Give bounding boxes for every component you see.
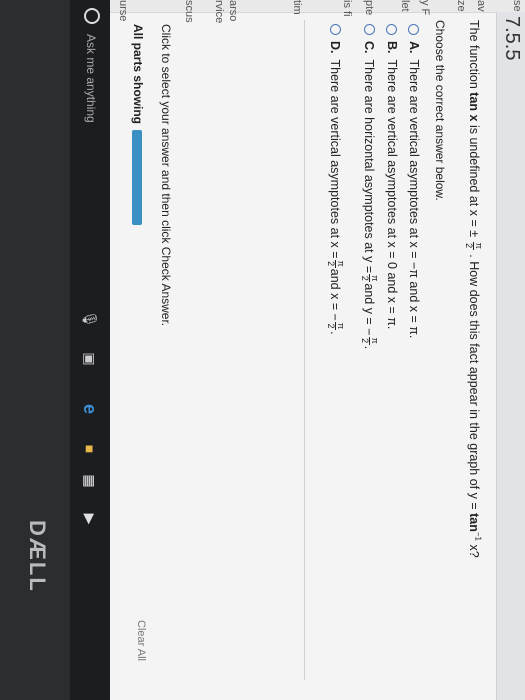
sidebar-fragment: av [475,0,487,12]
option-letter: A. [407,41,421,54]
option-b[interactable]: B. There are vertical asymptotes at x = … [385,24,399,329]
sidebar-fragment: arso [227,0,239,22]
parts-showing-label: All parts showing [131,24,145,125]
sidebar-fragment: rvice [213,0,225,24]
sidebar-fragment: se [511,0,523,12]
option-c[interactable]: C. There are horizontal asymptotes at y … [360,24,380,350]
edge-icon[interactable]: e [80,400,100,418]
option-text: There are vertical asymptotes at x = −π … [407,59,421,339]
option-letter: B. [385,41,399,54]
divider [304,20,305,680]
pi-over-2-fraction: π2 [326,259,346,268]
question-text: The function tan x is undefined at x = ±… [464,20,484,558]
taskbar-search-input[interactable]: Ask me anything [84,34,98,123]
pi-over-2-fraction: π2 [326,321,346,331]
microphone-icon[interactable]: 🎙 [81,310,99,328]
sidebar-fragment: is fi [341,0,353,17]
option-text: and y = − [362,283,377,336]
option-a[interactable]: A. There are vertical asymptotes at x = … [407,24,421,338]
file-explorer-icon[interactable]: ■ [81,440,99,458]
option-text-end: . [362,345,377,350]
dell-logo: DÆLL [25,520,50,593]
fraction-numerator: π [369,336,380,345]
inverse-function: tan [467,513,482,532]
section-header: 7.5.5 [496,12,525,700]
question-part: The function [467,20,482,89]
sidebar-fragment: pte [363,0,375,16]
assignment-page: se av ze y F let pte is fi tim arso rvic… [110,0,525,700]
cortana-icon[interactable] [84,8,100,24]
question-part: is undefined at x = ± [467,124,482,238]
laptop-bezel: DÆLL [0,0,70,700]
answer-instruction: Choose the correct answer below. [433,20,447,201]
option-letter: D. [328,41,343,54]
sidebar-fragment: urse [117,0,129,22]
inverse-exponent: −1 [473,531,483,541]
sidebar-fragment: tim [291,0,303,15]
parts-progress-fill [132,130,142,225]
option-d[interactable]: D. There are vertical asymptotes at x = … [326,24,346,335]
sidebar-fragment: ze [455,0,467,12]
fraction-denominator: 2 [360,275,370,281]
option-text: and x = − [328,268,343,321]
radio-button-a[interactable] [408,24,420,35]
radio-button-b[interactable] [386,24,398,35]
fraction-denominator: 2 [464,243,474,249]
option-text-end: . [328,331,343,335]
sidebar-fragment: let [399,0,411,12]
question-part: . How does this fact appear in the graph… [467,254,482,510]
fraction-denominator: 2 [326,261,336,267]
sidebar-fragment: scus [183,0,195,23]
question-part: x? [467,544,482,558]
fraction-denominator: 2 [326,323,336,329]
laptop-screen: se av ze y F let pte is fi tim arso rvic… [0,0,525,700]
media-icon[interactable]: ▶ [81,510,99,528]
option-text: There are vertical asymptotes at x = 0 a… [385,59,399,330]
windows-taskbar: Ask me anything 🎙 ▣ e ■ ▦ ▶ [70,0,110,700]
pi-over-2-fraction: π2 [464,241,484,250]
submit-instruction: Click to select your answer and then cli… [159,24,173,327]
option-letter: C. [362,41,377,54]
fraction-denominator: 2 [360,338,370,344]
parts-progress-bar [132,130,142,225]
option-text: There are horizontal asymptotes at y = [362,59,377,274]
fraction-numerator: π [335,321,346,331]
task-view-icon[interactable]: ▣ [81,350,99,368]
fraction-numerator: π [369,274,380,283]
store-icon[interactable]: ▦ [81,472,99,490]
section-number: 7.5.5 [501,16,523,61]
radio-button-d[interactable] [330,24,341,35]
clear-all-button[interactable]: Clear All [135,620,147,661]
question-function: tan x [467,92,482,122]
radio-button-c[interactable] [364,24,375,35]
pi-over-2-fraction: π2 [360,336,380,345]
fraction-numerator: π [335,259,346,268]
pi-over-2-fraction: π2 [360,274,380,283]
sidebar-fragment: y F [419,0,431,16]
fraction-numerator: π [473,241,484,250]
option-text: There are vertical asymptotes at x = [328,59,343,259]
left-sidebar-strip: se av ze y F let pte is fi tim arso rvic… [110,0,525,23]
